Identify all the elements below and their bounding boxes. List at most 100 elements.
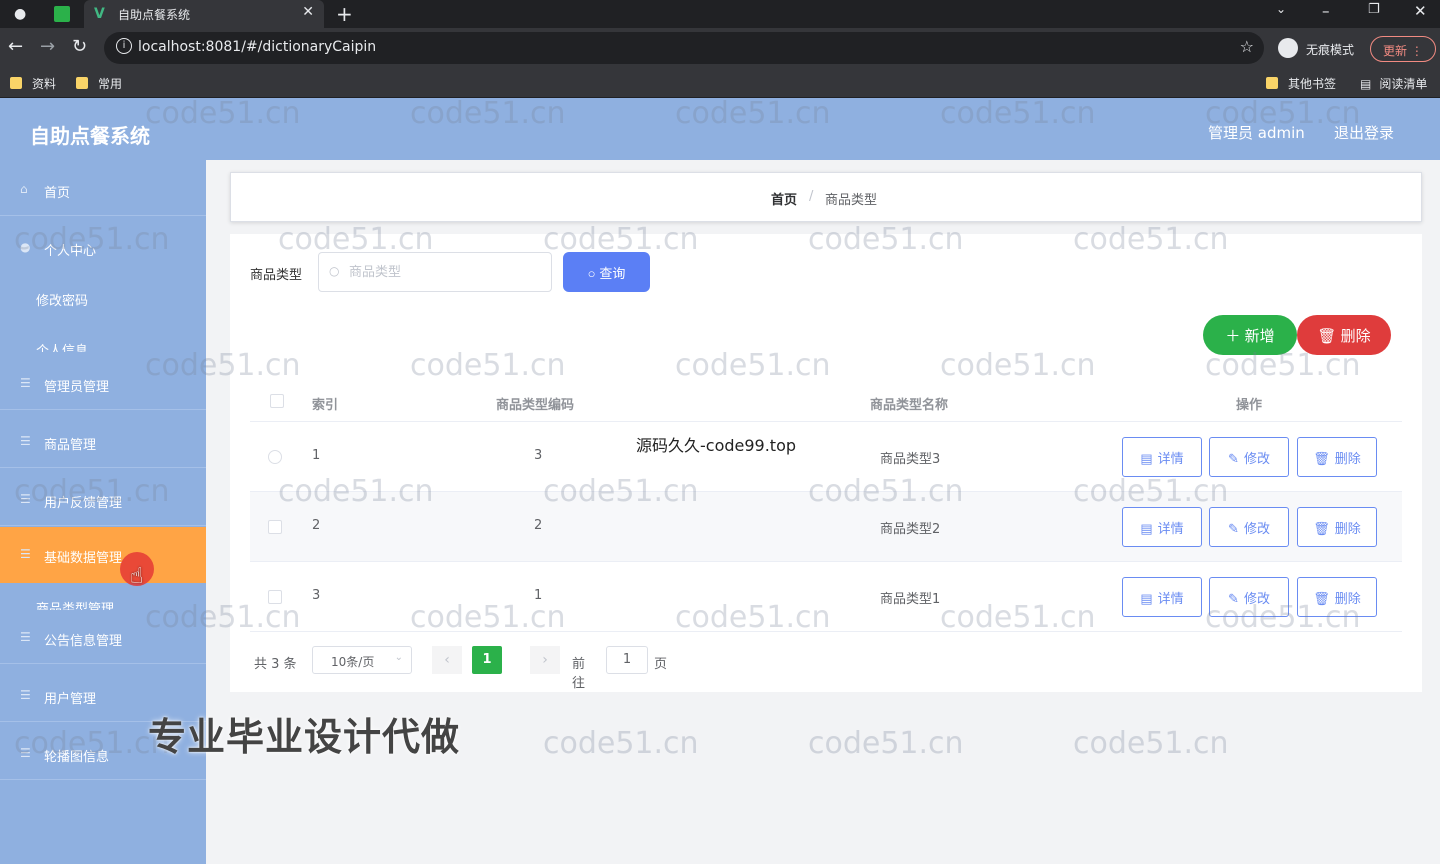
address-bar[interactable]: i localhost:8081/#/dictionaryCaipin ☆ — [104, 32, 1264, 64]
browser-tab[interactable]: V 自助点餐系统 ✕ — [84, 0, 324, 28]
other-bookmarks[interactable]: 其他书签 — [1266, 75, 1336, 92]
folder-icon — [76, 77, 88, 89]
pagination-total: 共 3 条 — [254, 657, 297, 672]
select-all-checkbox[interactable] — [270, 394, 284, 408]
menu-icon: ☰ — [20, 746, 31, 760]
sidebar-item-label: 用户反馈管理 — [44, 496, 123, 511]
code99-overlay-text: 源码久久-code99.top — [636, 436, 797, 455]
sidebar-item-profile-center[interactable]: ● 个人中心 — [0, 220, 206, 274]
menu-icon: ☰ — [20, 492, 31, 506]
ad-overlay-text: 专业毕业设计代做 — [148, 715, 461, 759]
sidebar-item-notice-management[interactable]: ☰ 公告信息管理 — [0, 610, 206, 664]
home-icon: ⌂ — [20, 182, 28, 196]
edit-button[interactable]: ✎ 修改 — [1209, 577, 1289, 617]
table-row: 3 1 商品类型1 ▤ 详情 ✎ 修改 🗑 删除 — [250, 562, 1402, 632]
document-icon: ▤ — [1140, 520, 1153, 536]
sidebar-item-label: 公告信息管理 — [44, 634, 123, 649]
sidebar-item-goods-type-management[interactable]: 商品类型管理 — [0, 588, 206, 610]
prev-page-button[interactable]: ‹ — [432, 646, 462, 674]
search-input-wrapper[interactable]: ○ — [318, 252, 552, 292]
sheet-icon[interactable] — [54, 6, 70, 22]
back-icon[interactable]: ← — [8, 36, 23, 57]
row-checkbox[interactable] — [268, 590, 282, 604]
trash-icon: 🗑 — [1313, 590, 1330, 606]
sidebar-item-label: 修改密码 — [36, 294, 89, 309]
restore-icon[interactable]: ❐ — [1368, 2, 1380, 17]
edit-icon: ✎ — [1228, 450, 1239, 466]
search-input[interactable] — [349, 262, 539, 282]
delete-button[interactable]: 🗑 删除 — [1297, 437, 1377, 477]
batch-delete-button[interactable]: 🗑 删除 — [1297, 315, 1391, 355]
watermark: code51.cn — [1073, 726, 1229, 761]
menu-icon: ☰ — [20, 434, 31, 448]
update-button[interactable]: 更新 ⋮ — [1370, 36, 1436, 62]
info-icon[interactable]: i — [116, 38, 132, 54]
edit-button[interactable]: ✎ 修改 — [1209, 437, 1289, 477]
breadcrumb-home[interactable]: 首页 — [771, 189, 797, 208]
cell-index: 1 — [312, 448, 321, 463]
close-icon[interactable]: ✕ — [302, 4, 314, 20]
edit-button[interactable]: ✎ 修改 — [1209, 507, 1289, 547]
sidebar-item-feedback-management[interactable]: ☰ 用户反馈管理 — [0, 472, 206, 526]
page-size-value: 10条/页 — [331, 655, 375, 669]
table-row: 1 3 商品类型3 ▤ 详情 ✎ 修改 🗑 删除 — [250, 422, 1402, 492]
menu-icon: ☰ — [20, 547, 31, 561]
delete-button[interactable]: 🗑 删除 — [1297, 577, 1377, 617]
tab-title: 自助点餐系统 — [118, 8, 191, 22]
bookmark-folder[interactable]: 常用 — [76, 75, 122, 92]
page-number-current[interactable]: 1 — [472, 646, 502, 674]
sidebar-item-personal-info[interactable]: 个人信息 — [0, 326, 206, 352]
delete-button[interactable]: 🗑 删除 — [1297, 507, 1377, 547]
row-checkbox[interactable] — [268, 520, 282, 534]
row-checkbox[interactable] — [268, 450, 282, 464]
browser-logo-icon: ● — [14, 6, 27, 22]
chevron-down-icon: ⌄ — [394, 652, 403, 663]
page-unit-label: 页 — [654, 657, 668, 672]
content-card: 商品类型 ○ ○查询 ＋ 新增 🗑 删除 索引 商品类型编码 商品类型名称 操作… — [230, 234, 1422, 692]
menu-icon: ☰ — [20, 630, 31, 644]
incognito-icon[interactable] — [1278, 38, 1298, 58]
reload-icon[interactable]: ↻ — [72, 36, 87, 57]
add-button[interactable]: ＋ 新增 — [1203, 315, 1297, 355]
column-header-ops: 操作 — [1236, 398, 1263, 413]
menu-icon: ☰ — [20, 688, 31, 702]
url-text: localhost:8081/#/dictionaryCaipin — [138, 39, 377, 55]
sidebar-item-label: 基础数据管理 — [44, 551, 123, 566]
window-close-icon[interactable]: ✕ — [1414, 2, 1427, 20]
document-icon: ▤ — [1140, 450, 1153, 466]
tab-search-icon[interactable]: ⌄ — [1276, 2, 1286, 16]
search-icon: ○ — [329, 264, 340, 278]
breadcrumb-current: 商品类型 — [825, 193, 878, 208]
sidebar-item-home[interactable]: ⌂ 首页 — [0, 162, 206, 216]
detail-button[interactable]: ▤ 详情 — [1122, 437, 1202, 477]
forward-icon[interactable]: → — [40, 36, 55, 57]
detail-button[interactable]: ▤ 详情 — [1122, 577, 1202, 617]
sidebar-item-goods-management[interactable]: ☰ 商品管理 — [0, 414, 206, 468]
sidebar-item-admin-management[interactable]: ☰ 管理员管理 — [0, 356, 206, 410]
incognito-label: 无痕模式 — [1306, 43, 1355, 57]
app-header: 自助点餐系统 管理员 admin 退出登录 — [0, 98, 1440, 160]
star-icon[interactable]: ☆ — [1240, 37, 1254, 56]
watermark: code51.cn — [543, 726, 699, 761]
detail-button[interactable]: ▤ 详情 — [1122, 507, 1202, 547]
edit-icon: ✎ — [1228, 520, 1239, 536]
logout-link[interactable]: 退出登录 — [1334, 122, 1394, 143]
hand-cursor-icon: ☝ — [130, 564, 144, 589]
cell-name: 商品类型3 — [880, 452, 941, 467]
next-page-button[interactable]: › — [530, 646, 560, 674]
table-row: 2 2 商品类型2 ▤ 详情 ✎ 修改 🗑 删除 — [250, 492, 1402, 562]
cell-code: 2 — [534, 518, 543, 533]
trash-icon: 🗑 — [1313, 520, 1330, 536]
sidebar-item-change-password[interactable]: 修改密码 — [0, 276, 206, 322]
minimize-icon[interactable]: – — [1322, 2, 1330, 20]
bookmark-folder[interactable]: 资料 — [10, 75, 56, 92]
sidebar-item-label: 管理员管理 — [44, 380, 110, 395]
page-size-select[interactable]: 10条/页 ⌄ — [312, 646, 412, 674]
cell-name: 商品类型2 — [880, 522, 941, 537]
search-button[interactable]: ○ 查询 — [563, 252, 650, 292]
reading-list[interactable]: ▤ 阅读清单 — [1360, 75, 1427, 92]
sidebar-item-basic-data-management[interactable]: ☰ 基础数据管理 — [0, 527, 206, 583]
goto-page-input[interactable]: 1 — [606, 646, 648, 674]
new-tab-button[interactable]: + — [336, 2, 353, 26]
user-icon: ● — [20, 240, 31, 254]
